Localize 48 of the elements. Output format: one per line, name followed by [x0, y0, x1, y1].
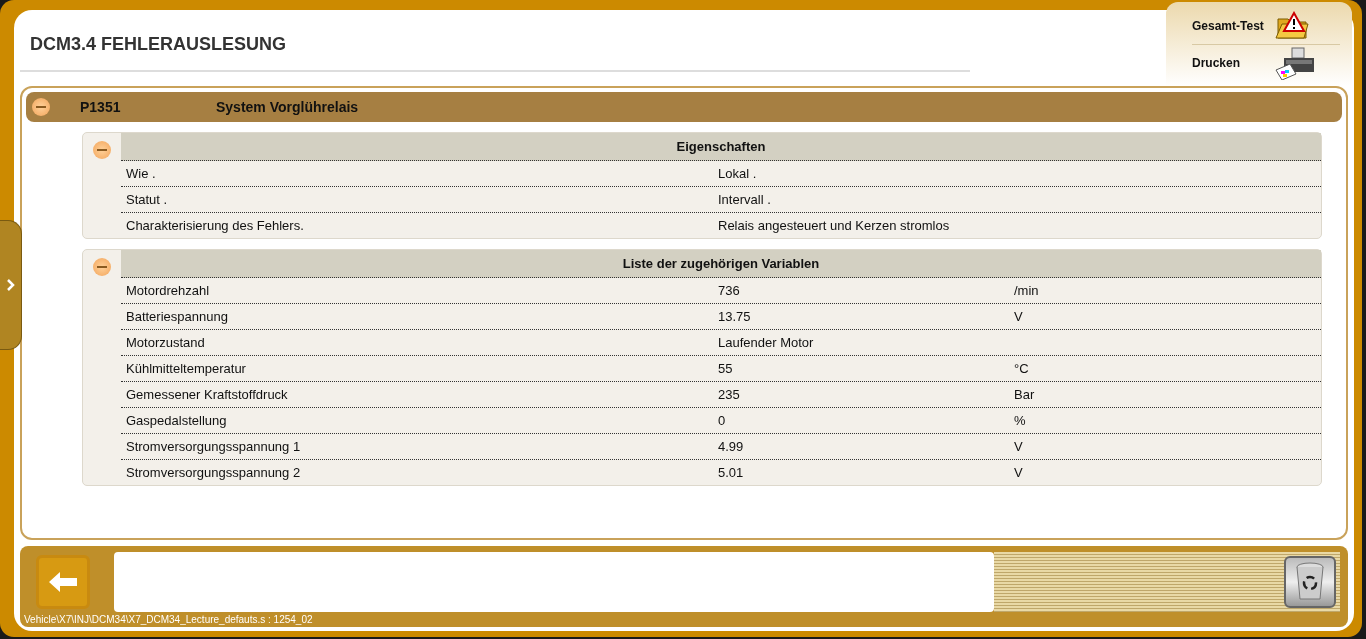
collapse-toggle[interactable] [93, 258, 111, 276]
table-cell-text: 55 [717, 361, 734, 376]
table-cell-text: Lokal . [717, 166, 758, 181]
table-cell-text: Gaspedalstellung [125, 413, 228, 428]
table-cell-text: Stromversorgungsspannung 2 [125, 465, 302, 480]
section-title: Eigenschaften [676, 139, 766, 154]
collapse-toggle[interactable] [93, 141, 111, 159]
section-title: Liste der zugehörigen Variablen [622, 256, 820, 271]
table-cell-text: 235 [717, 387, 741, 402]
script-path: Vehicle\X7\INJ\DCM34\X7_DCM34_Lecture_defauts.s : 1254_02 [24, 614, 313, 626]
table-cell-text: Intervall . [717, 192, 772, 207]
side-panel-toggle[interactable] [0, 220, 22, 350]
table-cell-text: Wie . [125, 166, 157, 181]
table-cell-text: V [1013, 309, 1024, 324]
trash-button[interactable] [1284, 556, 1336, 608]
collapse-toggle[interactable] [32, 98, 50, 116]
warning-folder-icon [1273, 11, 1310, 41]
table-cell-text: Motordrehzahl [125, 283, 211, 298]
action-button[interactable]: Drucken [1192, 44, 1340, 80]
table-cell-text: Kühlmitteltemperatur [125, 361, 247, 376]
page-title: DCM3.4 FEHLERAUSLESUNG [30, 34, 288, 55]
table-cell-text: /min [1013, 283, 1040, 298]
table-cell-text: Relais angesteuert und Kerzen stromlos [717, 218, 951, 233]
table-cell-text: Motorzustand [125, 335, 206, 350]
table-cell-text: 5.01 [717, 465, 745, 480]
table-cell-text: 13.75 [717, 309, 752, 324]
table-cell-text: Bar [1013, 387, 1036, 402]
table-cell-text: 736 [717, 283, 741, 298]
recycle-bin-icon [1295, 562, 1325, 602]
chevron-right-icon [6, 279, 15, 291]
printer-icon [1272, 45, 1316, 80]
action-button[interactable]: Gesamt-Test [1192, 8, 1340, 44]
table-cell-text: 0 [717, 413, 727, 428]
arrow-left-icon [48, 571, 78, 593]
fault-description: System Vorglührelais [216, 99, 359, 115]
table-cell-text: Statut . [125, 192, 169, 207]
table-cell-text: °C [1013, 361, 1030, 376]
table-cell-text: Stromversorgungsspannung 1 [125, 439, 302, 454]
table-cell-text: V [1013, 439, 1024, 454]
table-cell-text: 4.99 [717, 439, 745, 454]
table-cell-text: Laufender Motor [717, 335, 815, 350]
table-cell-text: % [1013, 413, 1027, 428]
back-button[interactable] [36, 555, 90, 609]
fault-code: P1351 [80, 99, 122, 115]
table-cell-text: Batteriespannung [125, 309, 229, 324]
table-cell-text: Charakterisierung des Fehlers. [125, 218, 305, 233]
table-cell-text: V [1013, 465, 1024, 480]
table-cell-text: Gemessener Kraftstoffdruck [125, 387, 289, 402]
